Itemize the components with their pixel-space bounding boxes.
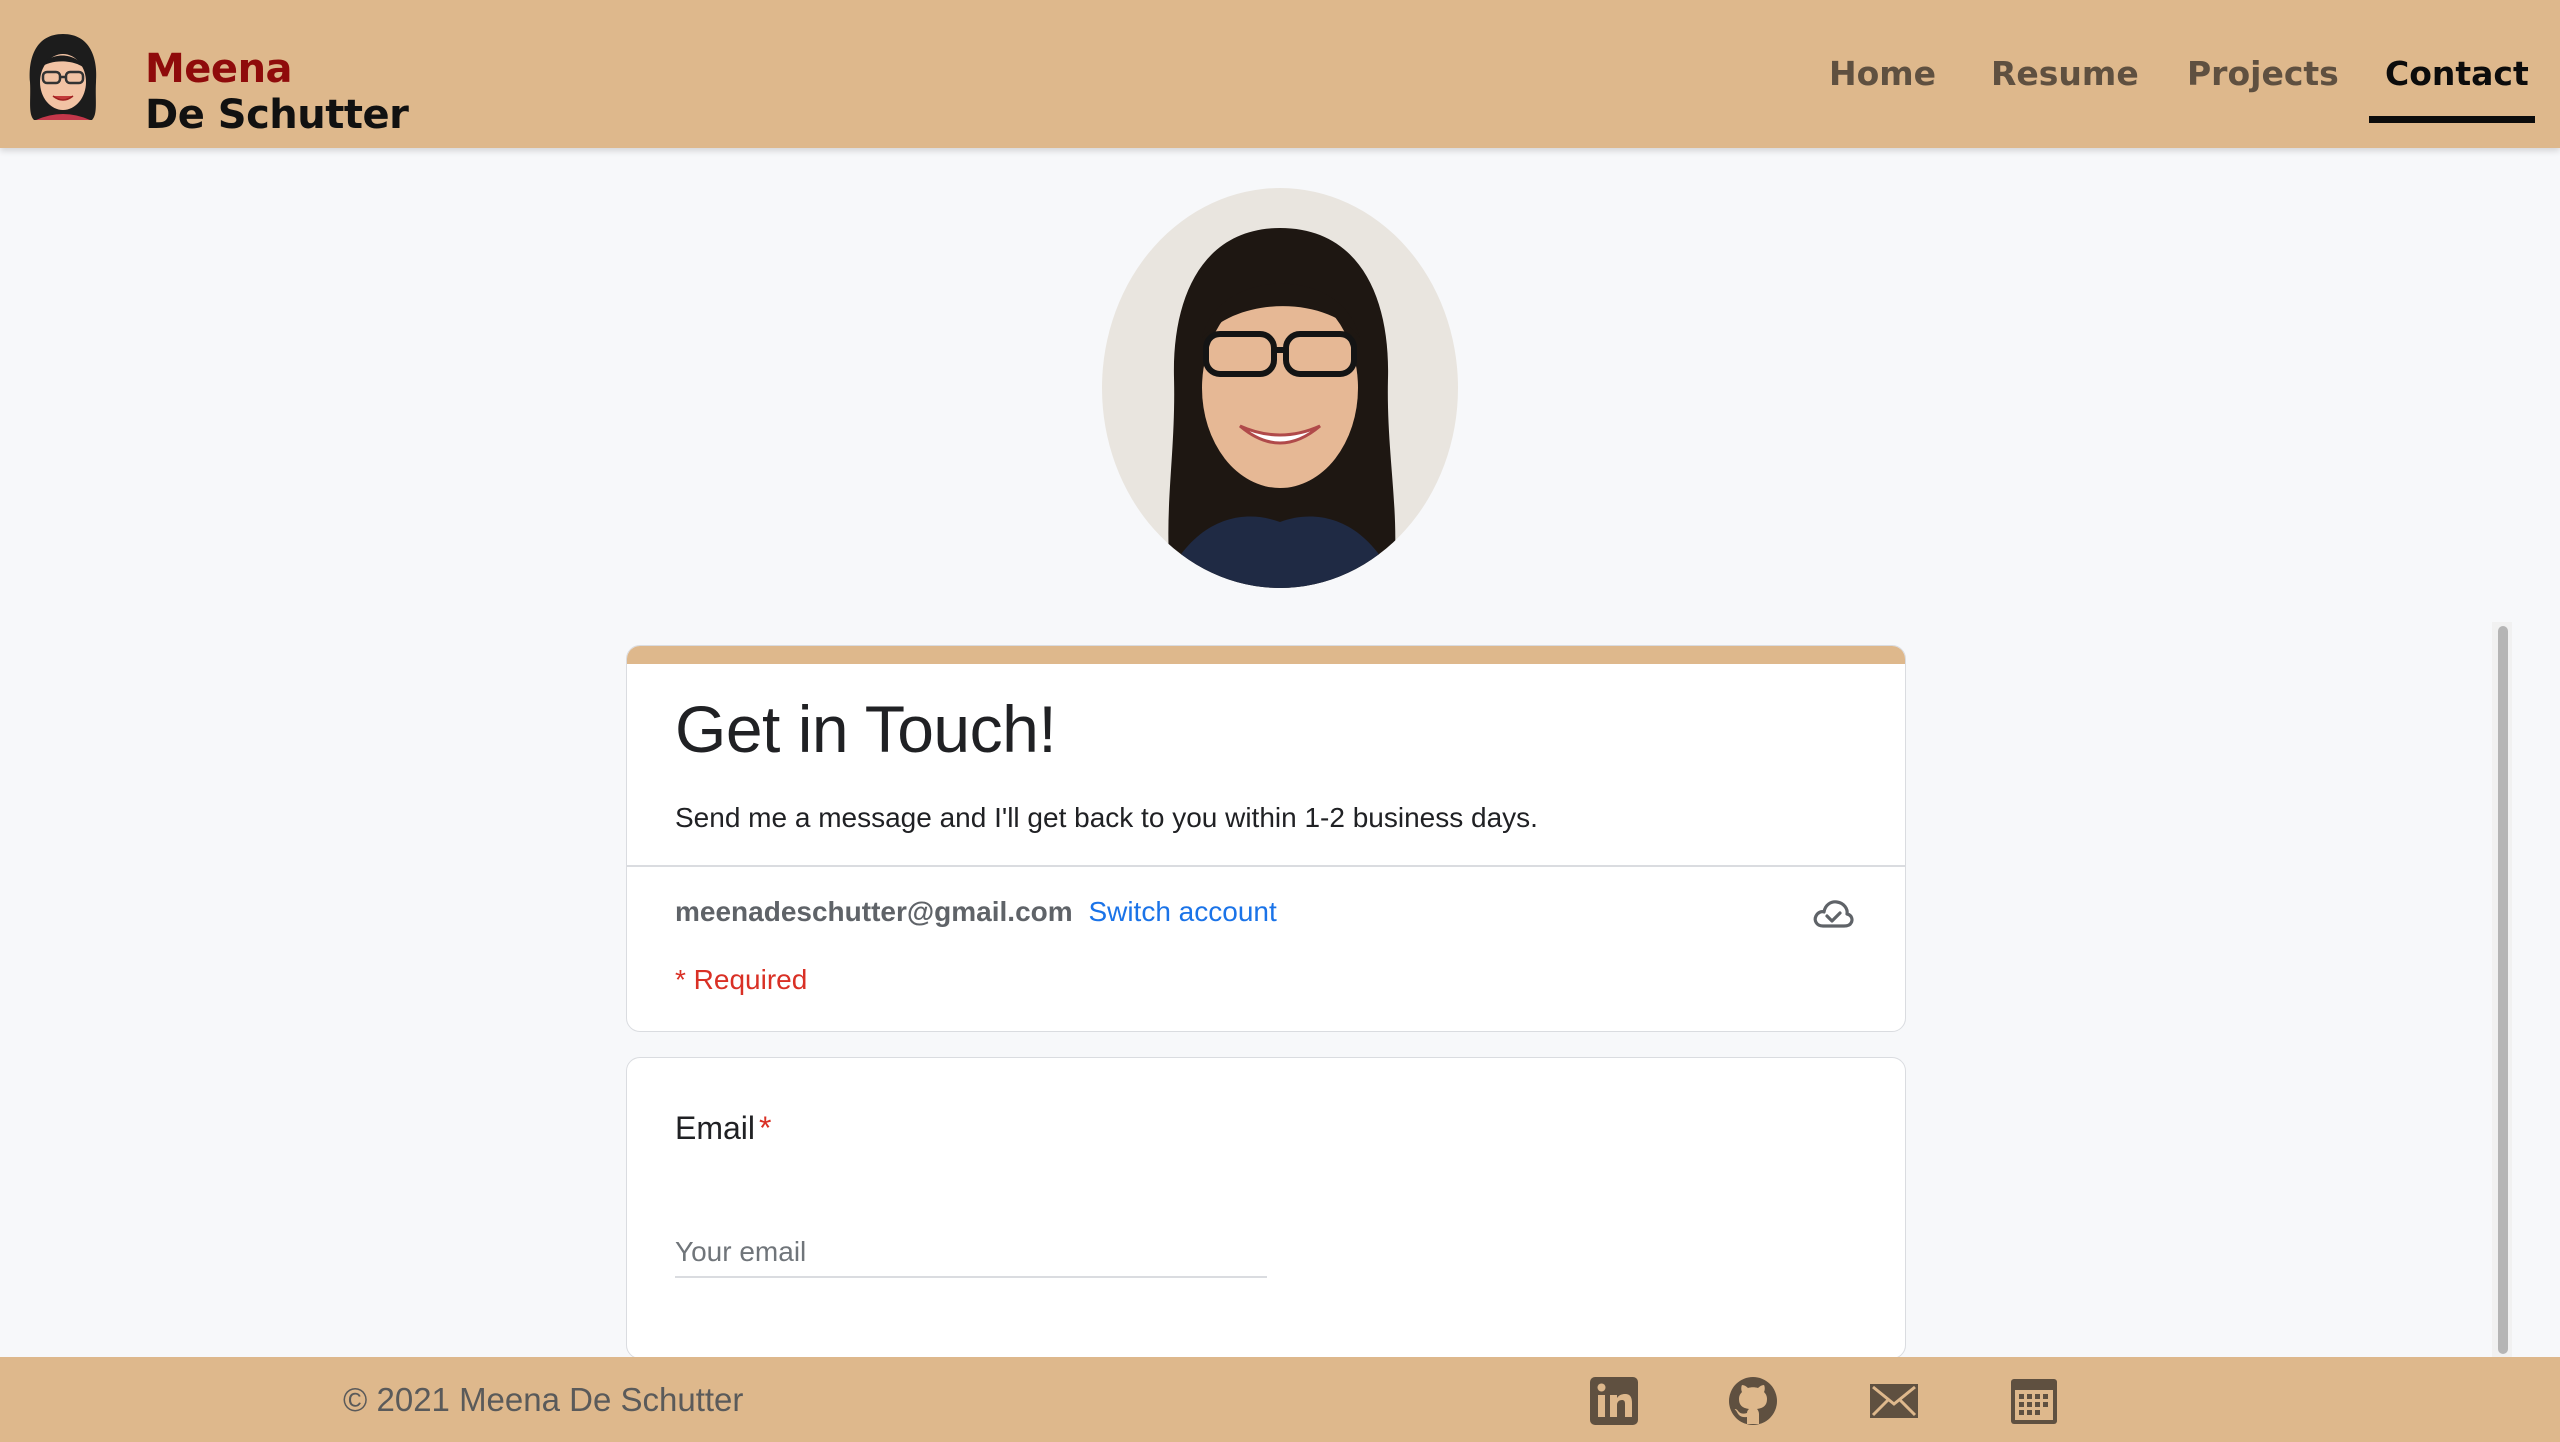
nav-projects[interactable]: Projects <box>2187 54 2339 93</box>
site-footer: © 2021 Meena De Schutter <box>0 1357 2560 1442</box>
email-question-label: Email * <box>675 1110 771 1147</box>
cloud-saved-icon <box>1813 900 1854 928</box>
required-note: * Required <box>675 964 808 995</box>
contact-form-embed: Get in Touch! Send me a message and I'll… <box>626 645 1906 1357</box>
email-icon[interactable] <box>1868 1375 1920 1427</box>
site-header: Meena De Schutter Home Resume Projects C… <box>0 0 2560 148</box>
email-label-text: Email <box>675 1110 756 1146</box>
nav-home[interactable]: Home <box>1829 54 1936 93</box>
nav-contact[interactable]: Contact <box>2385 54 2529 93</box>
form-accent-bar <box>627 646 1905 664</box>
account-email: meenadeschutter@gmail.com <box>675 896 1073 927</box>
form-header-card: Get in Touch! Send me a message and I'll… <box>626 645 1906 1032</box>
profile-photo <box>1102 188 1458 588</box>
copyright-text: © 2021 Meena De Schutter <box>343 1381 744 1418</box>
form-title: Get in Touch! <box>675 692 1057 766</box>
brand-last-name: De Schutter <box>145 92 409 138</box>
form-description: Send me a message and I'll get back to y… <box>675 802 1538 833</box>
email-input[interactable] <box>675 1228 1267 1278</box>
github-icon[interactable] <box>1727 1375 1779 1427</box>
brand-first-name: Meena <box>145 46 293 92</box>
calendar-icon[interactable] <box>2008 1375 2060 1427</box>
active-nav-indicator <box>2369 116 2535 123</box>
account-row: meenadeschutter@gmail.com Switch account <box>675 896 1277 928</box>
required-asterisk: * <box>759 1110 772 1146</box>
email-question-card: Email * <box>626 1057 1906 1357</box>
linkedin-icon[interactable] <box>1588 1375 1640 1427</box>
avatar-logo-icon[interactable] <box>22 30 104 122</box>
header-divider <box>627 865 1905 867</box>
nav-resume[interactable]: Resume <box>1991 54 2139 93</box>
site-brand[interactable]: Meena De Schutter <box>145 46 409 138</box>
form-scrollbar-thumb[interactable] <box>2498 626 2508 1354</box>
switch-account-link[interactable]: Switch account <box>1088 896 1276 927</box>
